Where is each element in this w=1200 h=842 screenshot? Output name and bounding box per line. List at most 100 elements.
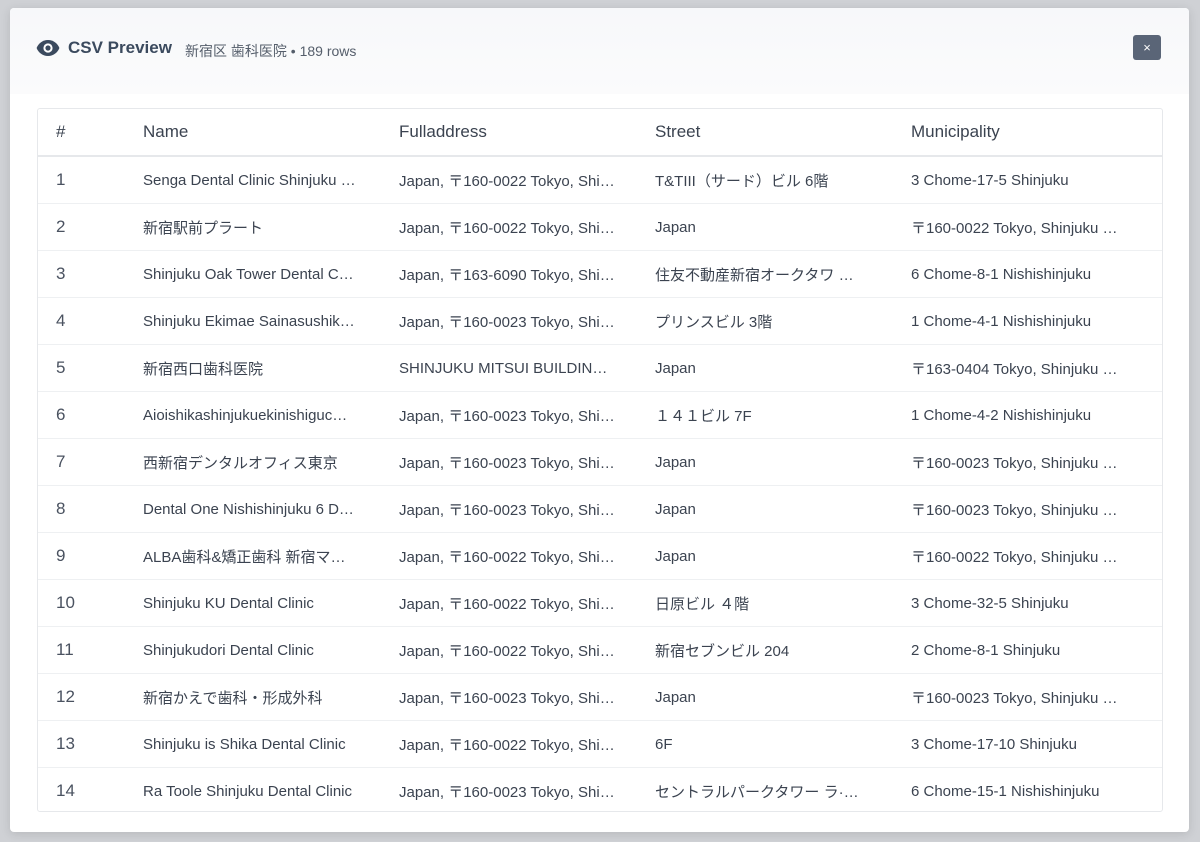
cell-num: 4 [38, 297, 125, 345]
cell-extra: 歯 [1149, 767, 1162, 811]
cell-text: 2 [56, 217, 66, 236]
cell-num: 10 [38, 579, 125, 627]
cell-num: 14 [38, 767, 125, 811]
cell-municipality: 6 Chome-15-1 Nishishinjuku [893, 767, 1149, 811]
cell-fulladdress: Japan, 〒160-0023 Tokyo, Shi… [381, 767, 637, 811]
modal-title: CSV Preview [68, 38, 172, 57]
table-row[interactable]: 12 新宿かえで歯科・形成外科 Japan, 〒160-0023 Tokyo, Sh… [38, 673, 1162, 721]
cell-municipality: 〒160-0023 Tokyo, Shinjuku … [893, 438, 1149, 486]
table-header-row: #NameFulladdressStreetMunicipalityC [38, 109, 1162, 157]
cell-num: 8 [38, 485, 125, 533]
cell-text: Japan, 〒160-0022 Tokyo, Shi… [399, 172, 615, 190]
cell-name: Ra Toole Shinjuku Dental Clinic [125, 767, 381, 811]
cell-extra: 歯 [1149, 626, 1162, 674]
cell-text: 6 [56, 405, 66, 424]
column-header-num: # [38, 109, 125, 157]
cell-text: 〒160-0022 Tokyo, Shinjuku … [911, 219, 1118, 237]
cell-text: 11 [56, 640, 74, 659]
table-row[interactable]: 1 Senga Dental Clinic Shinjuku … Japan, 〒1… [38, 156, 1162, 204]
cell-text: Japan, 〒160-0023 Tokyo, Shi… [399, 313, 615, 331]
cell-text: Shinjuku KU Dental Clinic [143, 594, 314, 612]
cell-text: 3 Chome-32-5 Shinjuku [911, 594, 1069, 612]
table-row[interactable]: 14 Ra Toole Shinjuku Dental Clinic Japan, … [38, 767, 1162, 811]
cell-text: Shinjuku is Shika Dental Clinic [143, 735, 346, 753]
cell-text: Dental One Nishishinjuku 6 D… [143, 500, 354, 518]
cell-name: 新宿駅前プラート [125, 203, 381, 251]
cell-num: 13 [38, 720, 125, 768]
cell-fulladdress: Japan, 〒160-0022 Tokyo, Shi… [381, 532, 637, 580]
cell-fulladdress: Japan, 〒160-0023 Tokyo, Shi… [381, 297, 637, 345]
cell-text: Japan, 〒160-0023 Tokyo, Shi… [399, 783, 615, 801]
close-icon: × [1143, 40, 1151, 55]
cell-text: 14 [56, 781, 75, 800]
table-row[interactable]: 4 Shinjuku Ekimae Sainasushik… Japan, 〒160… [38, 297, 1162, 345]
cell-name: Shinjuku Oak Tower Dental C… [125, 250, 381, 298]
cell-extra: 歯 [1149, 720, 1162, 768]
cell-fulladdress: Japan, 〒160-0023 Tokyo, Shi… [381, 391, 637, 439]
cell-text: セントラルパークタワー ラ·… [655, 783, 859, 801]
cell-text: 6F [655, 735, 673, 753]
cell-text: Japan [655, 453, 696, 471]
cell-extra: 歯 [1149, 250, 1162, 298]
cell-num: 12 [38, 673, 125, 721]
eye-icon [36, 40, 60, 56]
cell-text: 6 Chome-15-1 Nishishinjuku [911, 782, 1100, 800]
cell-num: 2 [38, 203, 125, 251]
cell-street: セントラルパークタワー ラ·… [637, 767, 893, 811]
cell-extra: 歯 [1149, 203, 1162, 251]
cell-fulladdress: Japan, 〒160-0022 Tokyo, Shi… [381, 626, 637, 674]
cell-text: 13 [56, 734, 75, 753]
cell-text: 1 Chome-4-1 Nishishinjuku [911, 312, 1092, 330]
cell-text: 新宿駅前プラート [143, 219, 264, 237]
cell-extra: 歯 [1149, 438, 1162, 486]
close-button[interactable]: × [1133, 35, 1161, 60]
cell-text: 新宿西口歯科医院 [143, 360, 264, 378]
cell-text: Japan, 〒160-0023 Tokyo, Shi… [399, 407, 615, 425]
cell-text: Ra Toole Shinjuku Dental Clinic [143, 782, 353, 800]
csv-table: #NameFulladdressStreetMunicipalityC 1 Sen… [38, 109, 1162, 811]
cell-fulladdress: Japan, 〒160-0022 Tokyo, Shi… [381, 203, 637, 251]
cell-street: 6F [637, 720, 893, 768]
column-header-municipality: Municipality [893, 109, 1149, 157]
cell-municipality: 3 Chome-17-5 Shinjuku [893, 156, 1149, 204]
cell-name: Shinjuku Ekimae Sainasushik… [125, 297, 381, 345]
cell-text: Japan [655, 218, 696, 236]
cell-text: Japan, 〒160-0022 Tokyo, Shi… [399, 595, 615, 613]
cell-text: ALBA歯科&矯正歯科 新宿マ… [143, 548, 346, 566]
cell-fulladdress: Japan, 〒160-0022 Tokyo, Shi… [381, 720, 637, 768]
column-header-street: Street [637, 109, 893, 157]
table-row[interactable]: 5 新宿西口歯科医院 SHINJUKU MITSUI BUILDIN… Japan 〒1… [38, 344, 1162, 392]
table-row[interactable]: 13 Shinjuku is Shika Dental Clinic Japan, … [38, 720, 1162, 768]
cell-name: 新宿かえで歯科・形成外科 [125, 673, 381, 721]
cell-street: 日原ビル ４階 [637, 579, 893, 627]
table-row[interactable]: 8 Dental One Nishishinjuku 6 D… Japan, 〒16… [38, 485, 1162, 533]
cell-text: 2 Chome-8-1 Shinjuku [911, 641, 1061, 659]
table-row[interactable]: 7 西新宿デンタルオフィス東京 Japan, 〒160-0023 Tokyo, Sh… [38, 438, 1162, 486]
table-row[interactable]: 9 ALBA歯科&矯正歯科 新宿マ… Japan, 〒160-0022 Tokyo,… [38, 532, 1162, 580]
cell-text: Japan, 〒160-0022 Tokyo, Shi… [399, 736, 615, 754]
table-row[interactable]: 6 Aioishikashinjukuekinishiguc… Japan, 〒16… [38, 391, 1162, 439]
cell-text: 新宿セブンビル 204 [655, 642, 790, 660]
column-header-name: Name [125, 109, 381, 157]
cell-text: SHINJUKU MITSUI BUILDIN… [399, 359, 608, 377]
table-row[interactable]: 3 Shinjuku Oak Tower Dental C… Japan, 〒163… [38, 250, 1162, 298]
table-row[interactable]: 2 新宿駅前プラート Japan, 〒160-0022 Tokyo, Shi… Jap… [38, 203, 1162, 251]
table-row[interactable]: 11 Shinjukudori Dental Clinic Japan, 〒160-… [38, 626, 1162, 674]
cell-text: 12 [56, 687, 75, 706]
cell-text: 新宿かえで歯科・形成外科 [143, 689, 323, 707]
cell-text: 日原ビル ４階 [655, 595, 750, 613]
cell-text: Japan, 〒160-0022 Tokyo, Shi… [399, 642, 615, 660]
cell-text: Japan, 〒160-0022 Tokyo, Shi… [399, 219, 615, 237]
cell-text: 1 Chome-4-2 Nishishinjuku [911, 406, 1092, 424]
cell-num: 6 [38, 391, 125, 439]
cell-text: Shinjuku Oak Tower Dental C… [143, 265, 354, 283]
table-row[interactable]: 10 Shinjuku KU Dental Clinic Japan, 〒160-0… [38, 579, 1162, 627]
cell-municipality: 〒160-0023 Tokyo, Shinjuku … [893, 485, 1149, 533]
column-header-fulladdress: Fulladdress [381, 109, 637, 157]
cell-street: プリンスビル 3階 [637, 297, 893, 345]
cell-text: Shinjukudori Dental Clinic [143, 641, 314, 659]
csv-table-container[interactable]: #NameFulladdressStreetMunicipalityC 1 Sen… [37, 108, 1163, 812]
cell-municipality: 3 Chome-17-10 Shinjuku [893, 720, 1149, 768]
cell-text: １４１ビル 7F [655, 407, 752, 425]
cell-municipality: 〒160-0023 Tokyo, Shinjuku … [893, 673, 1149, 721]
